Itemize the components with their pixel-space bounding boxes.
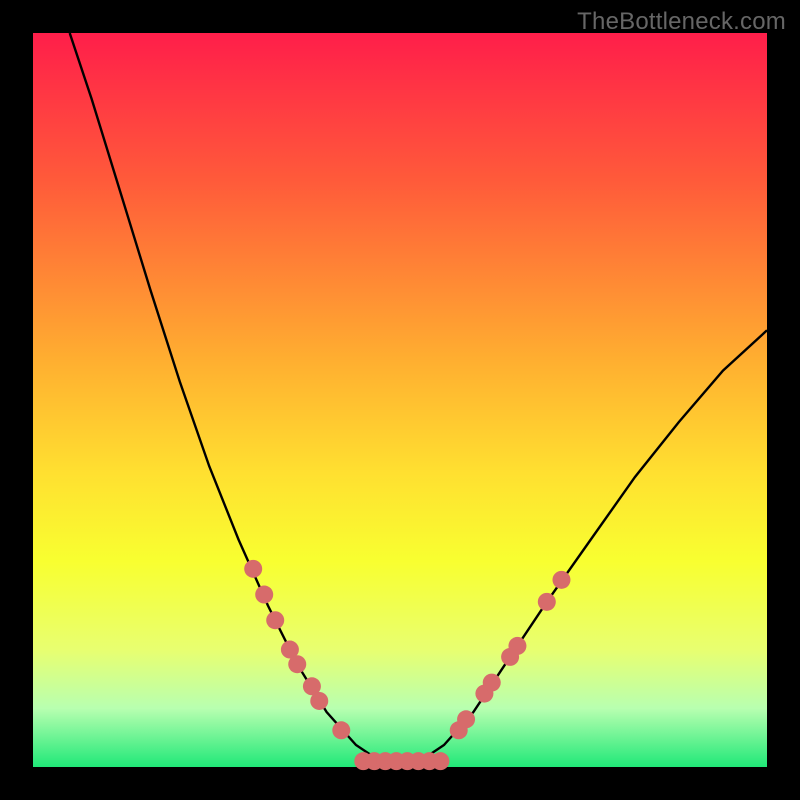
- marker-dot: [483, 674, 501, 692]
- marker-dot: [288, 655, 306, 673]
- marker-dot: [244, 560, 262, 578]
- marker-dot: [332, 721, 350, 739]
- plot-background: [33, 33, 767, 767]
- bottleneck-chart: [0, 0, 800, 800]
- marker-dot: [508, 637, 526, 655]
- marker-dot: [538, 593, 556, 611]
- marker-dot: [266, 611, 284, 629]
- marker-dot: [431, 752, 449, 770]
- brand-watermark: TheBottleneck.com: [577, 8, 786, 36]
- marker-dot: [310, 692, 328, 710]
- marker-dot: [255, 586, 273, 604]
- marker-dot: [457, 710, 475, 728]
- baseline-pills-group: [354, 752, 449, 770]
- marker-dot: [552, 571, 570, 589]
